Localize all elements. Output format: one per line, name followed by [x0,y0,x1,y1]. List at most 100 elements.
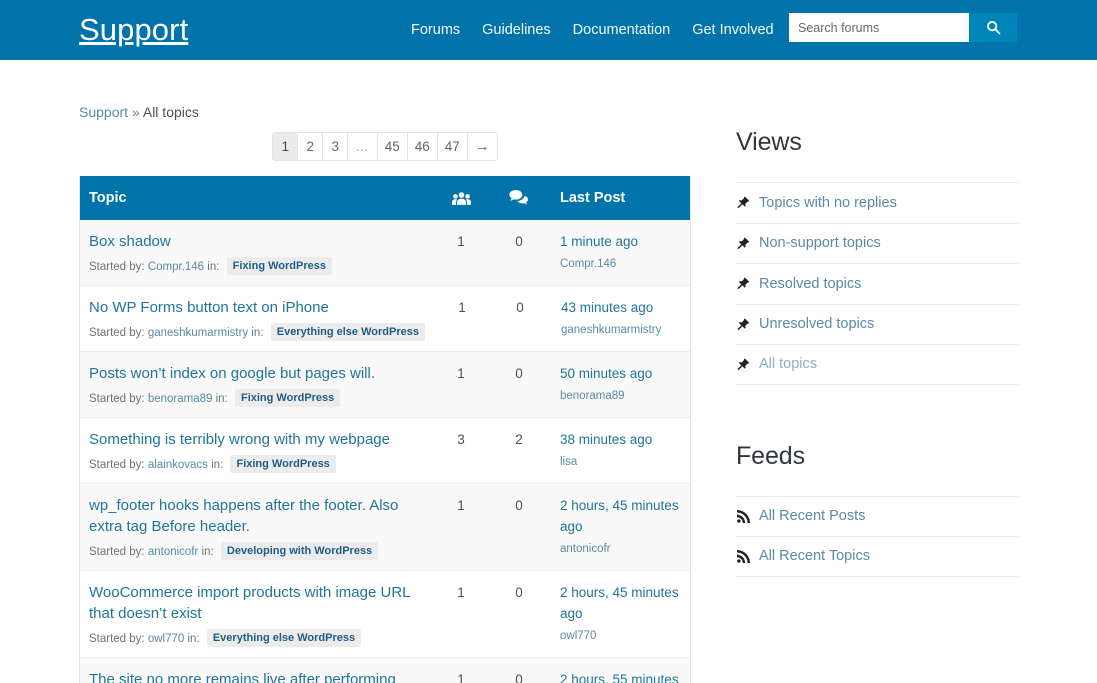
last-post-cell: 1 minute ago Compr.146 [548,231,690,272]
started-by-label: Started by: [89,633,145,645]
last-post-author-link[interactable]: benorama89 [560,388,682,404]
replies-count: 0 [515,366,523,381]
replies-count: 0 [515,585,523,600]
pagination-page-2[interactable]: 2 [298,133,324,160]
replies-count: 2 [515,432,523,447]
forum-badge[interactable]: Fixing WordPress [226,257,332,275]
sidebar-item-label: All topics [759,356,818,373]
pagination-page-3[interactable]: 3 [323,133,349,160]
topic-cell: Posts won’t index on google but pages wi… [80,363,432,407]
list-item[interactable]: All Recent Topics [736,536,1019,577]
topic-title-link[interactable]: No WP Forms button text on iPhone [89,297,425,318]
table-row[interactable]: wp_footer hooks happens after the footer… [80,484,690,571]
list-item[interactable]: Topics with no replies [736,182,1019,223]
forum-badge[interactable]: Fixing WordPress [234,389,341,407]
started-by-label: Started by: [89,261,145,273]
search-input[interactable] [789,13,969,42]
last-post-time-link[interactable]: 50 minutes ago [560,363,682,384]
sidebar-item-non-support-topics[interactable]: Non-support topics [736,235,1019,251]
forum-badge[interactable]: Developing with WordPress [220,542,379,560]
table-row[interactable]: Box shadow Started by: Compr.146 in: Fix… [80,220,690,286]
pagination-ellipsis: … [348,133,378,160]
sidebar-item-unresolved-topics[interactable]: Unresolved topics [736,316,1019,332]
breadcrumb: Support » All topics [79,102,199,122]
last-post-author-link[interactable]: Compr.146 [560,256,682,272]
nav-item-forums[interactable]: Forums [400,0,471,60]
sidebar-item-all-topics[interactable]: All topics [736,356,1019,372]
list-item[interactable]: Unresolved topics [736,303,1019,345]
topic-title-link[interactable]: Posts won’t index on google but pages wi… [89,363,424,384]
topic-title-link[interactable]: wp_footer hooks happens after the footer… [89,495,424,537]
last-post-time-link[interactable]: 2 hours, 55 minutes ago [560,669,682,683]
last-post-time-link[interactable]: 2 hours, 45 minutes ago [560,495,682,537]
primary-navigation: Forums Guidelines Documentation Get Invo… [400,0,785,60]
last-post-cell: 2 hours, 55 minutes ago Splendid Digital… [548,669,690,683]
pagination-next-arrow[interactable]: → [467,133,497,160]
sidebar-item-label: All Recent Topics [759,548,870,565]
site-title[interactable]: Support [79,7,188,52]
topic-starter-link[interactable]: antonicofr [148,546,199,558]
pagination-page-47[interactable]: 47 [437,133,468,160]
topic-starter-link[interactable]: benorama89 [148,393,213,405]
topics-table: Topic Last Post Box shadow Started by: C… [79,176,691,683]
topic-starter-link[interactable]: owl770 [148,633,184,645]
last-post-author-link[interactable]: owl770 [560,628,682,644]
topic-title-link[interactable]: Box shadow [89,231,424,252]
list-item[interactable]: Non-support topics [736,222,1019,264]
table-row[interactable]: No WP Forms button text on iPhone Starte… [80,286,690,352]
topic-title-link[interactable]: Something is terribly wrong with my webp… [89,429,424,450]
topic-title-link[interactable]: WooCommerce import products with image U… [89,582,424,624]
list-item[interactable]: All Recent Posts [736,495,1019,537]
last-post-time-link[interactable]: 2 hours, 45 minutes ago [560,582,682,624]
list-item[interactable]: All topics [736,344,1019,385]
in-label: in: [201,546,214,558]
topic-title-link[interactable]: The site no more remains live after perf… [89,669,424,683]
views-widget: Views Topics with no replies Non-support… [736,125,1019,385]
forum-badge[interactable]: Everything else WordPress [206,629,362,647]
search-submit-button[interactable] [969,13,1017,42]
last-post-author-link[interactable]: ganeshkumarmistry [561,322,682,338]
last-post-time-link[interactable]: 38 minutes ago [560,429,682,450]
forum-badge[interactable]: Everything else WordPress [270,323,425,341]
last-post-cell: 43 minutes ago ganeshkumarmistry [549,297,690,338]
sidebar-item-all-recent-posts[interactable]: All Recent Posts [736,508,1019,524]
pagination-page-46[interactable]: 46 [407,133,438,160]
topic-starter-link[interactable]: alainkovacs [148,459,208,471]
sidebar-item-topics-with-no-replies[interactable]: Topics with no replies [736,195,1019,211]
pagination-page-1[interactable]: 1 [273,133,299,160]
nav-item-guidelines[interactable]: Guidelines [471,0,562,60]
in-label: in: [211,459,224,471]
views-list: Topics with no replies Non-support topic… [736,182,1019,385]
pin-icon [736,277,751,290]
sidebar-item-label: All Recent Posts [759,508,866,525]
sidebar-item-label: Unresolved topics [759,316,875,333]
last-post-author-link[interactable]: antonicofr [560,541,682,557]
topic-starter-link[interactable]: ganeshkumarmistry [148,327,248,339]
breadcrumb-root[interactable]: Support [79,104,128,120]
sidebar-item-resolved-topics[interactable]: Resolved topics [736,276,1019,292]
pagination-list: 1 2 3 … 45 46 47 → [272,132,498,161]
nav-item-documentation[interactable]: Documentation [562,0,682,60]
list-item[interactable]: Resolved topics [736,263,1019,304]
rss-icon [736,509,751,523]
pagination-page-45[interactable]: 45 [377,133,408,160]
column-header-replies [490,190,548,206]
replies-count: 0 [516,300,524,315]
nav-item-get-involved[interactable]: Get Involved [681,0,784,60]
table-row[interactable]: WooCommerce import products with image U… [80,571,690,658]
topic-meta: Started by: antonicofr in: Developing wi… [89,542,424,560]
sidebar-item-all-recent-topics[interactable]: All Recent Topics [736,548,1019,564]
last-post-time-link[interactable]: 43 minutes ago [561,297,682,318]
topic-starter-link[interactable]: Compr.146 [148,261,204,273]
table-row[interactable]: The site no more remains live after perf… [80,658,690,683]
topic-cell: Box shadow Started by: Compr.146 in: Fix… [80,231,432,275]
column-header-voices [432,191,490,206]
table-row[interactable]: Something is terribly wrong with my webp… [80,418,690,484]
main-content: 1 2 3 … 45 46 47 → Topic Last Post Box s… [79,132,691,683]
pin-icon [736,358,751,371]
table-row[interactable]: Posts won’t index on google but pages wi… [80,352,690,418]
sidebar: Views Topics with no replies Non-support… [736,125,1019,583]
forum-badge[interactable]: Fixing WordPress [230,455,336,473]
last-post-time-link[interactable]: 1 minute ago [560,231,682,252]
last-post-author-link[interactable]: lisa [560,454,682,470]
